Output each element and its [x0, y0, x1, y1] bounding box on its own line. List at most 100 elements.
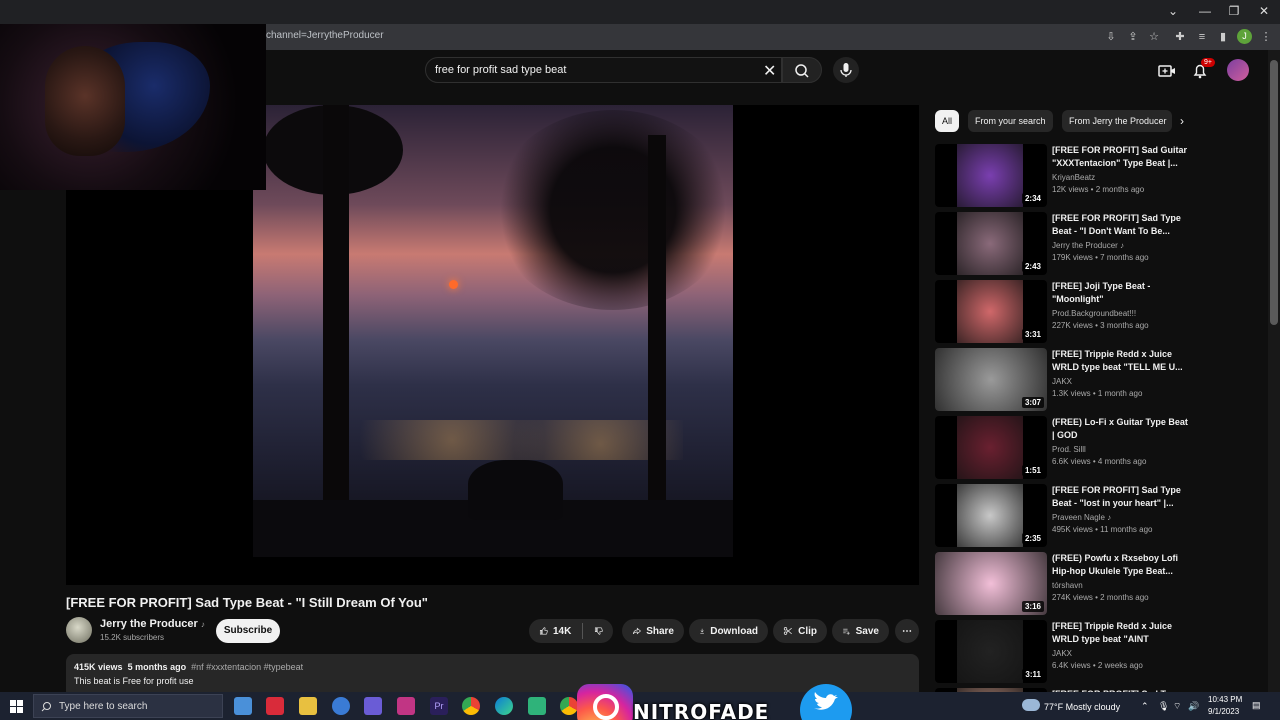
related-video-item[interactable]: 2:43 [FREE FOR PROFIT] Sad Type Beat - "I…	[935, 212, 1195, 276]
related-video-channel[interactable]: Praveen Nagle ♪	[1052, 513, 1111, 522]
scrollbar-thumb[interactable]	[1270, 60, 1278, 325]
clock-time[interactable]: 10:43 PM	[1208, 695, 1242, 704]
related-video-item[interactable]: 3:11 [FREE] Trippie Redd x Juice WRLD typ…	[935, 620, 1195, 684]
chip-all[interactable]: All	[935, 110, 960, 132]
related-video-item[interactable]: 1:51 (FREE) Lo-Fi x Guitar Type Beat | GO…	[935, 416, 1195, 480]
video-frame	[253, 105, 733, 557]
weather-text[interactable]: 77°F Mostly cloudy	[1044, 702, 1120, 712]
instagram-app-icon[interactable]	[397, 697, 415, 715]
install-icon[interactable]: ⇩	[1103, 29, 1119, 45]
description-meta: 415K views 5 months ago #nf #xxxtentacio…	[74, 662, 303, 672]
related-video-channel[interactable]: tórshavn	[1052, 581, 1083, 590]
related-video-title[interactable]: [FREE] Trippie Redd x Juice WRLD type be…	[1052, 348, 1192, 374]
related-video-channel[interactable]: Jerry the Producer ♪	[1052, 241, 1124, 250]
video-thumbnail[interactable]: 3:31	[935, 280, 1047, 343]
related-video-title[interactable]: [FREE FOR PROFIT] Sad Guitar "XXXTentaci…	[1052, 144, 1192, 170]
related-video-title[interactable]: [FREE] Trippie Redd x Juice WRLD type be…	[1052, 620, 1192, 646]
volume-icon[interactable]: 🔊	[1188, 701, 1199, 712]
related-video-item[interactable]: 3:31 [FREE] Joji Type Beat - "Moonlight" P…	[935, 280, 1195, 344]
video-thumbnail[interactable]: 3:11	[935, 620, 1047, 683]
channel-name[interactable]: Jerry the Producer ♪	[100, 618, 205, 630]
like-count[interactable]: 14K	[553, 626, 571, 637]
clip-button[interactable]: Clip	[773, 619, 827, 643]
video-thumbnail[interactable]: 2:43	[935, 212, 1047, 275]
app-red-icon[interactable]	[266, 697, 284, 715]
search-button[interactable]	[782, 57, 822, 83]
tray-chevron-icon[interactable]: ⌃	[1141, 701, 1149, 712]
notification-center-icon[interactable]: ▤	[1252, 700, 1261, 711]
clear-search-icon[interactable]: ✕	[763, 61, 776, 81]
video-duration: 3:11	[1022, 669, 1044, 680]
wifi-icon[interactable]: ⌔	[1173, 701, 1181, 712]
related-video-channel[interactable]: JAKX	[1052, 377, 1072, 386]
related-video-item[interactable]: 2:35 [FREE FOR PROFIT] Sad Type Beat - "l…	[935, 484, 1195, 548]
video-thumbnail[interactable]: 2:34	[935, 144, 1047, 207]
dislike-icon[interactable]	[594, 624, 603, 638]
close-window-button[interactable]: ✕	[1249, 2, 1279, 20]
video-thumbnail[interactable]: 1:51	[935, 416, 1047, 479]
thumbnail-art	[957, 212, 1023, 275]
related-video-title[interactable]: [FREE FOR PROFIT] Sad Type Beat - "I Don…	[1052, 212, 1192, 238]
page-scrollbar[interactable]	[1268, 50, 1280, 692]
related-video-title[interactable]: [FREE] Joji Type Beat - "Moonlight"	[1052, 280, 1192, 306]
save-button[interactable]: Save	[832, 619, 889, 643]
related-video-channel[interactable]: JAKX	[1052, 649, 1072, 658]
chip-from-channel[interactable]: From Jerry the Producer	[1062, 110, 1172, 132]
file-explorer-icon[interactable]	[299, 697, 317, 715]
account-avatar[interactable]	[1227, 59, 1249, 81]
like-icon[interactable]	[539, 624, 548, 638]
restore-button[interactable]: ❐	[1219, 2, 1249, 20]
more-actions-button[interactable]: ⋯	[895, 619, 919, 643]
related-video-item[interactable]: 3:07 [FREE] Trippie Redd x Juice WRLD typ…	[935, 348, 1195, 412]
app-blue-icon[interactable]	[332, 697, 350, 715]
video-title: [FREE FOR PROFIT] Sad Type Beat - "I Sti…	[66, 595, 428, 610]
related-video-item[interactable]: 2:34 [FREE FOR PROFIT] Sad Guitar "XXXTen…	[935, 144, 1195, 208]
upload-age: 5 months ago	[127, 662, 187, 672]
share-button[interactable]: Share	[622, 619, 684, 643]
hashtags[interactable]: #nf #xxxtentacion #typebeat	[191, 662, 303, 672]
chevron-right-icon[interactable]: ›	[1180, 114, 1184, 128]
sidepanel-icon[interactable]: ▮	[1215, 29, 1231, 45]
voice-search-button[interactable]	[833, 57, 859, 83]
media-control-icon[interactable]: ≡	[1194, 29, 1210, 45]
channel-name-text[interactable]: Jerry the Producer	[100, 618, 198, 630]
thumbnail-art	[957, 280, 1023, 343]
weather-cloud-icon[interactable]	[1022, 699, 1040, 711]
browser-profile-avatar[interactable]: J	[1237, 29, 1252, 44]
premiere-icon[interactable]: Pr	[430, 697, 448, 715]
video-thumbnail[interactable]: 2:35	[935, 484, 1047, 547]
chevron-down-icon[interactable]: ⌄	[1158, 2, 1188, 20]
app-green-icon[interactable]	[528, 697, 546, 715]
clock-date[interactable]: 9/1/2023	[1208, 707, 1239, 716]
twitter-logo-icon	[800, 684, 852, 720]
edge-icon[interactable]	[495, 697, 513, 715]
related-video-title[interactable]: (FREE) Lo-Fi x Guitar Type Beat | GOD	[1052, 416, 1192, 442]
related-video-channel[interactable]: KriyanBeatz	[1052, 173, 1095, 182]
windows-start-icon[interactable]	[10, 700, 23, 713]
taskbar-search-input[interactable]: Type here to search	[33, 694, 223, 718]
related-video-channel[interactable]: Prod.Backgroundbeat!!!	[1052, 309, 1136, 318]
download-button[interactable]: Download	[689, 619, 768, 643]
share-page-icon[interactable]: ⇪	[1125, 29, 1141, 45]
browser-menu-icon[interactable]: ⋮	[1258, 29, 1274, 45]
subscribe-button[interactable]: Subscribe	[216, 619, 280, 643]
microphone-tray-icon[interactable]: 🎙	[1158, 701, 1169, 712]
create-video-icon[interactable]	[1157, 61, 1177, 81]
related-video-item[interactable]: 3:16 (FREE) Powfu x Rxseboy Lofi Hip-hop …	[935, 552, 1195, 616]
related-video-title[interactable]: (FREE) Powfu x Rxseboy Lofi Hip-hop Ukul…	[1052, 552, 1192, 578]
related-video-channel[interactable]: Prod. Silll	[1052, 445, 1086, 454]
bookmark-star-icon[interactable]: ☆	[1146, 29, 1162, 45]
chrome-icon[interactable]	[462, 697, 480, 715]
search-input[interactable]: free for profit sad type beat ✕	[425, 57, 782, 83]
share-icon	[632, 627, 642, 635]
related-video-title[interactable]: [FREE FOR PROFIT] Sad Type Beat - "lost …	[1052, 484, 1192, 510]
chip-from-your-search[interactable]: From your search	[968, 110, 1053, 132]
share-label: Share	[646, 625, 674, 637]
task-view-icon[interactable]	[234, 697, 252, 715]
channel-avatar[interactable]	[66, 617, 92, 643]
video-thumbnail[interactable]: 3:07	[935, 348, 1047, 411]
app-purple-icon[interactable]	[364, 697, 382, 715]
minimize-button[interactable]: —	[1190, 2, 1220, 20]
extensions-icon[interactable]: ✚	[1172, 29, 1188, 45]
video-thumbnail[interactable]: 3:16	[935, 552, 1047, 615]
